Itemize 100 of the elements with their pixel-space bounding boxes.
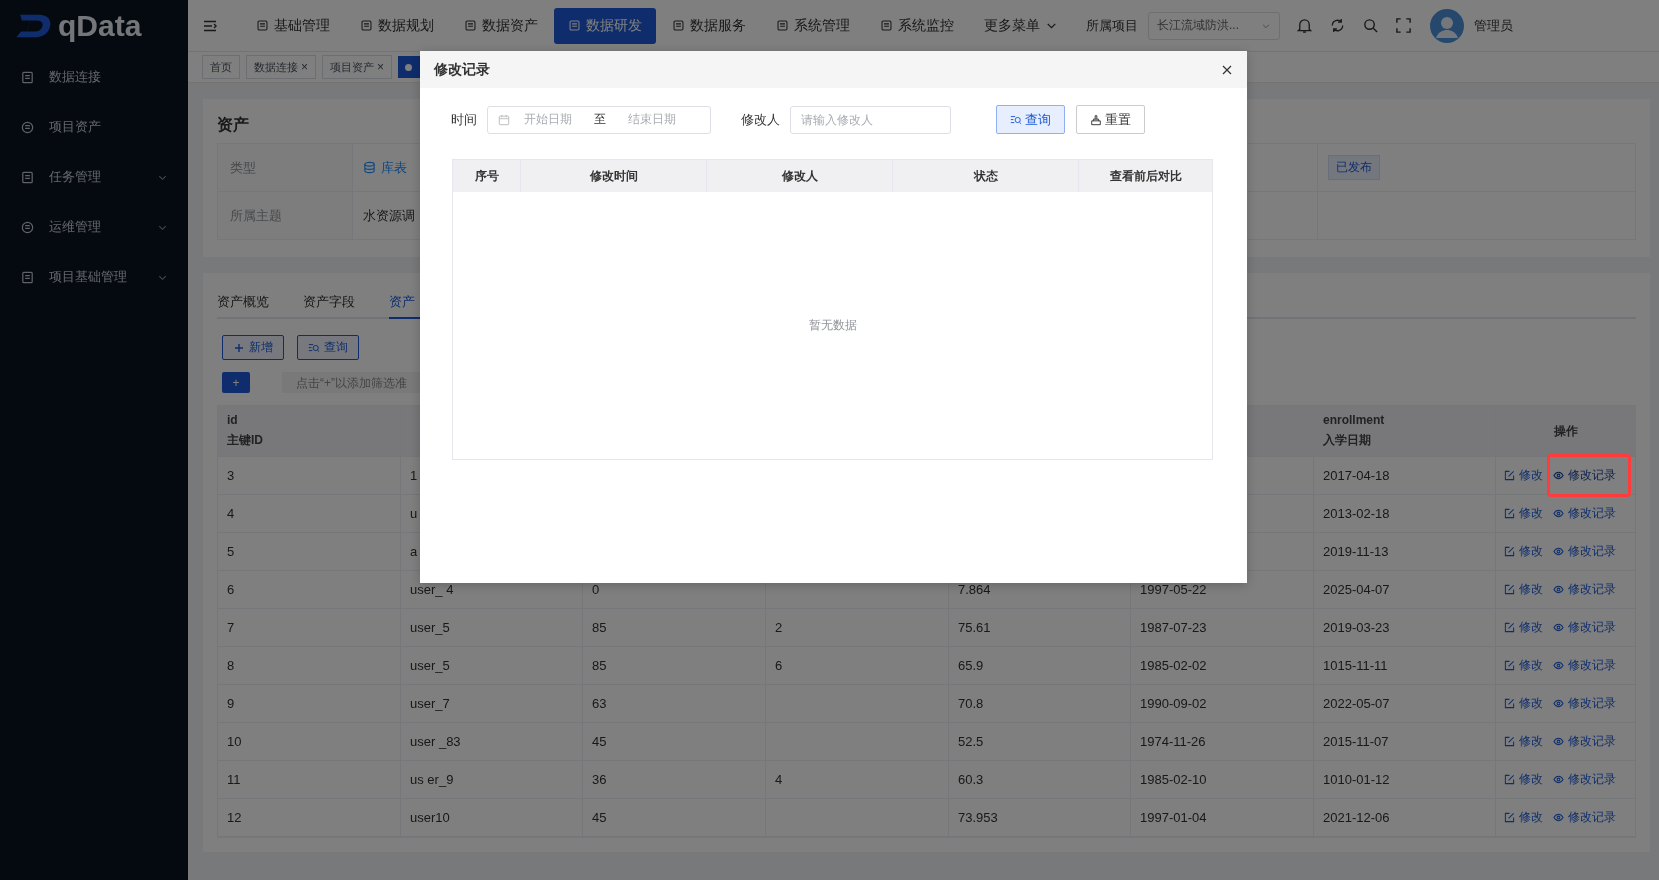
sidebar-item[interactable]: 数据连接 [0, 52, 188, 102]
logo-text: qData [58, 9, 142, 43]
edit-link[interactable]: 修改 [1504, 505, 1543, 522]
edit-icon [1504, 812, 1515, 823]
table-cell: 75.61 [958, 620, 991, 635]
nav-tab[interactable]: 数据规划 [346, 7, 448, 44]
database-icon [363, 161, 376, 174]
history-link[interactable]: 修改记录 [1547, 454, 1631, 497]
user-name[interactable]: 管理员 [1474, 16, 1513, 35]
more-menu[interactable]: 更多菜单 [970, 7, 1072, 44]
editor-input[interactable]: 请输入修改人 [790, 105, 951, 134]
table-cell: 3 [227, 468, 235, 483]
table-cell: 4 [227, 506, 235, 521]
table-cell: 85 [592, 658, 607, 673]
history-link[interactable]: 修改记录 [1553, 619, 1616, 636]
table-cell: 5 [227, 544, 235, 559]
eye-icon [1553, 774, 1564, 785]
edit-link[interactable]: 修改 [1504, 467, 1543, 484]
sidebar-item[interactable]: 项目基础管理 [0, 252, 188, 302]
search-icon[interactable] [1362, 17, 1379, 34]
nav-tab[interactable]: 系统监控 [866, 7, 968, 44]
table-cell: 1 [410, 468, 418, 483]
nav-item-icon [568, 19, 581, 32]
table-cell: 1985-02-02 [1140, 658, 1207, 673]
table-cell: 85 [592, 620, 607, 635]
eye-icon [1553, 698, 1564, 709]
empty-text: 暂无数据 [808, 317, 857, 334]
column-label: 入学日期 [1323, 432, 1372, 449]
reset-button[interactable]: 重置 [1076, 105, 1145, 134]
table-cell: user_7 [410, 696, 450, 711]
column-header: 修改时间 [521, 160, 707, 192]
eye-icon [1553, 508, 1564, 519]
history-link[interactable]: 修改记录 [1553, 733, 1616, 750]
edit-link[interactable]: 修改 [1504, 619, 1543, 636]
add-filter-button[interactable]: + [222, 372, 250, 393]
close-icon[interactable] [1221, 63, 1233, 76]
edit-icon [1504, 622, 1515, 633]
table-cell: 2015-11-07 [1323, 734, 1389, 749]
project-select[interactable]: 长江流域防洪... [1148, 11, 1280, 40]
tab[interactable]: 资产概览 [217, 287, 285, 317]
date-range-field[interactable]: 开始日期 至 结束日期 [487, 105, 711, 134]
nav-tab[interactable]: 系统管理 [762, 7, 864, 44]
refresh-icon[interactable] [1329, 17, 1346, 34]
table-cell: 6 [775, 658, 783, 673]
edit-link[interactable]: 修改 [1504, 771, 1543, 788]
edit-icon [1504, 584, 1515, 595]
edit-icon [1504, 546, 1515, 557]
sidebar-item[interactable]: 项目资产 [0, 102, 188, 152]
table-cell: 1987-07-23 [1140, 620, 1207, 635]
menu-item-icon [20, 269, 35, 285]
page-tag[interactable]: 数据连接 × [246, 55, 316, 79]
edit-link[interactable]: 修改 [1504, 733, 1543, 750]
eye-icon [1553, 584, 1564, 595]
table-cell: user_5 [410, 658, 450, 673]
nav-tab[interactable]: 数据研发 [554, 7, 656, 44]
status-tag: 已发布 [1328, 155, 1380, 180]
history-link[interactable]: 修改记录 [1553, 543, 1616, 560]
nav-tab[interactable]: 数据资产 [450, 7, 552, 44]
tab[interactable]: 资产字段 [303, 287, 371, 317]
bell-icon[interactable] [1296, 17, 1313, 34]
sidebar-item[interactable]: 运维管理 [0, 202, 188, 252]
history-link[interactable]: 修改记录 [1553, 771, 1616, 788]
history-link[interactable]: 修改记录 [1553, 581, 1616, 598]
fullscreen-icon[interactable] [1395, 17, 1412, 34]
history-link[interactable]: 修改记录 [1553, 809, 1616, 826]
theme-value: 水资源调 [363, 206, 415, 225]
nav-tab[interactable]: 数据服务 [658, 7, 760, 44]
avatar[interactable] [1430, 8, 1464, 43]
table-cell: 4 [775, 772, 783, 787]
table-cell: 2 [775, 620, 783, 635]
menu-item-icon [20, 169, 35, 185]
table-cell: 2017-04-18 [1323, 468, 1390, 483]
page-tag[interactable]: 项目资产 × [322, 55, 393, 79]
table-cell: 7 [227, 620, 235, 635]
edit-link[interactable]: 修改 [1504, 809, 1543, 826]
history-link[interactable]: 修改记录 [1553, 657, 1616, 674]
nav-tab[interactable]: 基础管理 [242, 7, 344, 44]
page-tag[interactable]: 首页 [202, 55, 240, 79]
table-cell: 8 [227, 658, 235, 673]
column-header: 状态 [893, 160, 1079, 192]
query-button[interactable]: 查询 [996, 105, 1065, 134]
table-cell: user _83 [410, 734, 461, 749]
edit-link[interactable]: 修改 [1504, 695, 1543, 712]
sidebar-item[interactable]: 任务管理 [0, 152, 188, 202]
edit-link[interactable]: 修改 [1504, 657, 1543, 674]
table-cell: 1015-11-11 [1323, 658, 1388, 673]
edit-icon [1504, 698, 1515, 709]
table-cell: 2013-02-18 [1323, 506, 1390, 521]
eraser-icon [1090, 113, 1102, 126]
calendar-icon [498, 113, 510, 126]
query-button[interactable]: 查询 [297, 335, 359, 360]
edit-link[interactable]: 修改 [1504, 581, 1543, 598]
table-cell: 36 [592, 772, 607, 787]
edit-link[interactable]: 修改 [1504, 543, 1543, 560]
history-link[interactable]: 修改记录 [1553, 505, 1616, 522]
table-cell: 45 [592, 734, 607, 749]
history-link[interactable]: 修改记录 [1553, 695, 1616, 712]
add-button[interactable]: 新增 [222, 335, 284, 360]
table-cell: 0 [592, 582, 600, 597]
table-cell: 1997-01-04 [1140, 810, 1207, 825]
